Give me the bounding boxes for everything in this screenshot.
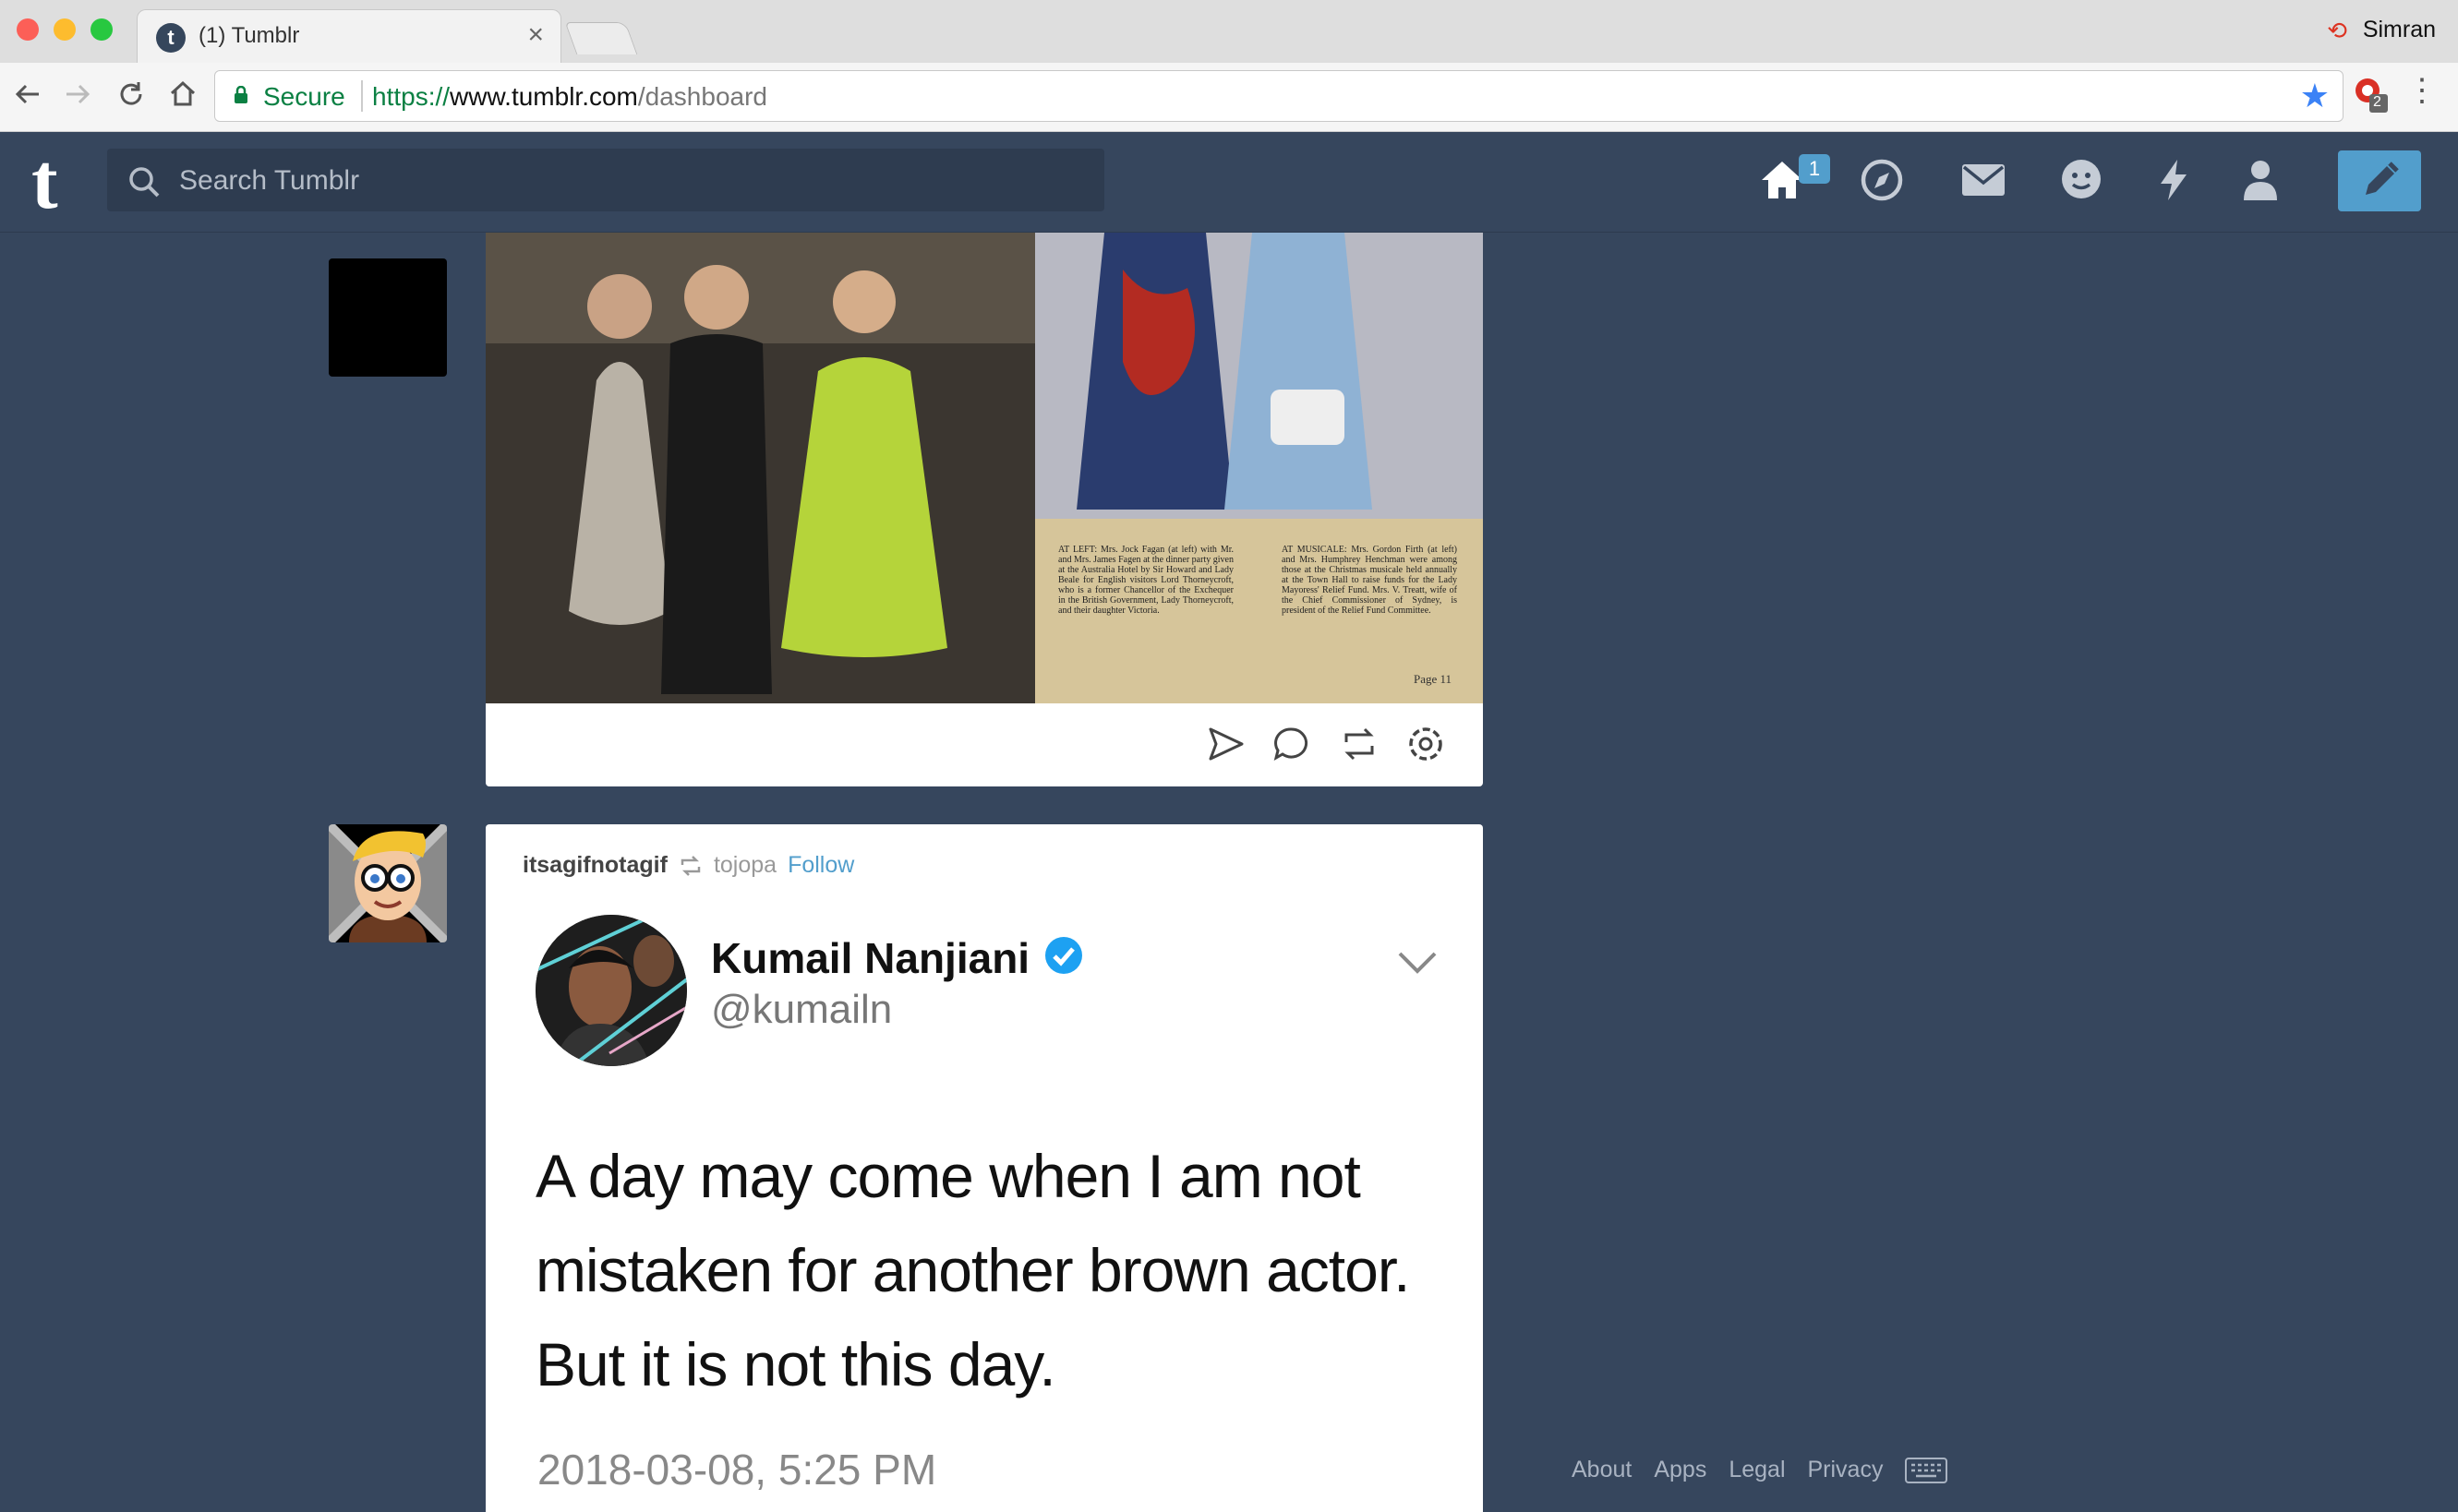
verified-badge-icon [1045,937,1082,974]
lock-icon [235,86,247,103]
chevron-down-icon [1398,952,1437,974]
footer-link-about[interactable]: About [1572,1457,1632,1483]
browser-toolbar: Secure https://www.tumblr.com/dashboard … [0,63,2458,132]
back-arrow-icon [15,84,39,104]
tumblr-favicon-icon: t [156,23,186,53]
reblogged-from-link[interactable]: tojopa [714,852,777,879]
tweet-text-line: mistaken for another brown actor. [536,1236,1411,1304]
address-bar[interactable]: Secure https://www.tumblr.com/dashboard … [214,70,2344,122]
account-icon[interactable] [2236,156,2284,204]
photo-page-label: Page 11 [1414,672,1452,686]
tweet-text: A day may come when I am not mistaken fo… [536,1129,1459,1411]
minimize-window-button[interactable] [54,18,76,41]
reblog-icon [681,855,701,876]
post-header: itsagifnotagif tojopa Follow [523,852,854,879]
new-tab-button[interactable] [564,22,638,54]
reload-button[interactable] [111,74,151,114]
url-divider [361,80,363,112]
tweet-author-name: Kumail Nanjiani [711,934,1030,982]
post-photo[interactable]: AT LEFT: Mrs. Jock Fagan (at left) with … [486,233,1483,703]
tumblr-header: t Search Tumblr 1 [0,132,2458,233]
tab-close-icon[interactable]: × [527,19,544,51]
footer-link-legal[interactable]: Legal [1729,1457,1785,1483]
home-notification-badge: 1 [1799,154,1830,184]
keyboard-shortcuts-icon[interactable] [1905,1457,1948,1483]
share-icon[interactable] [1206,724,1247,764]
browser-tab[interactable]: t (1) Tumblr × [137,9,561,63]
tab-title: (1) Tumblr [199,23,300,48]
follow-button[interactable]: Follow [788,852,854,879]
magazine-photo-illustration [486,233,1483,703]
search-icon [129,167,160,198]
avatar[interactable] [329,258,447,377]
forward-arrow-icon [66,84,90,104]
blog-name-link[interactable]: itsagifnotagif [523,852,668,879]
post-footer [486,703,1483,786]
avatar[interactable] [329,824,447,942]
profile-name[interactable]: Simran [2363,17,2436,43]
footer-link-apps[interactable]: Apps [1654,1457,1706,1483]
compose-icon [2366,162,2399,195]
photo-caption-left: AT LEFT: Mrs. Jock Fagan (at left) with … [1058,545,1234,616]
reply-icon[interactable] [1271,724,1311,764]
tweet-text-line: But it is not this day. [536,1330,1056,1398]
search-placeholder: Search Tumblr [179,165,360,196]
footer-link-privacy[interactable]: Privacy [1808,1457,1884,1483]
messaging-icon[interactable] [2057,156,2105,204]
tweet-avatar [536,915,687,1066]
post-card: itsagifnotagif tojopa Follow Kumail Nanj… [486,824,1483,1512]
compose-button[interactable] [2338,150,2421,211]
browser-titlebar: t (1) Tumblr × ⟲ Simran [0,0,2458,63]
forward-button[interactable] [57,74,98,114]
settings-icon[interactable] [1405,724,1446,764]
secure-label: Secure [263,82,345,111]
tweet-date: 2018-03-08, 5:25 PM [537,1446,937,1494]
back-button[interactable] [7,74,48,114]
explore-icon[interactable] [1858,156,1906,204]
tweet-text-line: A day may come when I am not [536,1142,1361,1210]
photo-caption-right: AT MUSICALE: Mrs. Gordon Firth (at left)… [1282,545,1457,616]
browser-menu-icon[interactable]: ⋮ [2406,72,2438,109]
zoom-window-button[interactable] [90,18,113,41]
reload-icon [120,82,142,105]
activity-icon[interactable] [2150,156,2198,204]
close-window-button[interactable] [17,18,39,41]
reblog-icon[interactable] [1339,724,1380,764]
inbox-icon[interactable] [1959,156,2007,204]
extension-badge: 2 [2373,94,2381,110]
tweet-author-handle: @kumailn [711,987,893,1032]
sync-profile-icon[interactable]: ⟲ [2327,17,2347,45]
cartoon-avatar-illustration [329,824,447,942]
url-text[interactable]: https://www.tumblr.com/dashboard [372,82,767,112]
tumblr-logo[interactable]: t [31,141,58,221]
dashboard-footer: About Apps Legal Privacy [1572,1457,1948,1483]
search-input[interactable]: Search Tumblr [107,149,1104,211]
bookmark-star-icon[interactable]: ★ [2300,77,2330,115]
home-outline-icon [170,80,196,106]
extension-icon[interactable]: 2 [2353,74,2390,114]
home-button[interactable] [163,74,203,114]
